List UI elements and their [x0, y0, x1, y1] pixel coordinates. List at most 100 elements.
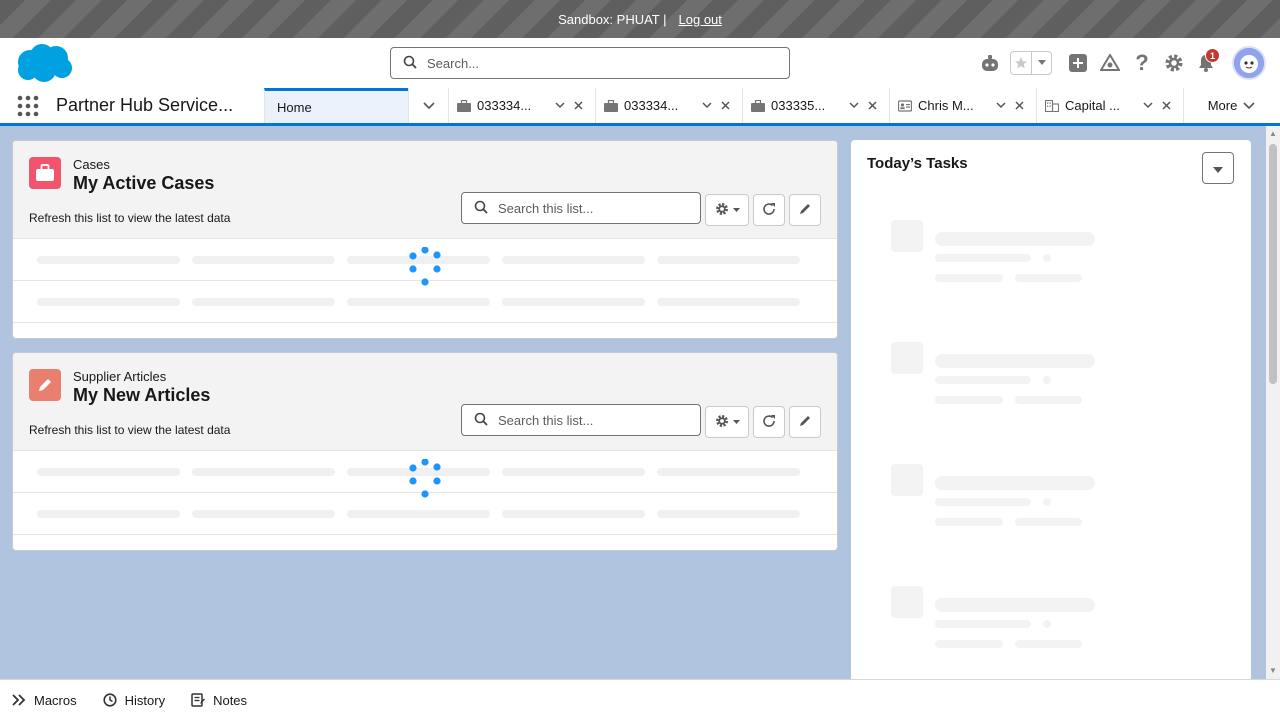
chevron-down-icon[interactable] — [845, 102, 863, 109]
favorite-star-icon[interactable] — [1011, 52, 1031, 74]
close-tab-icon[interactable] — [1157, 101, 1175, 110]
close-tab-icon[interactable] — [569, 101, 587, 110]
caret-down-icon — [732, 208, 740, 212]
pencil-icon — [798, 414, 812, 431]
task-skeleton — [891, 586, 1111, 656]
pencil-icon — [798, 202, 812, 219]
notes-icon — [191, 693, 206, 707]
app-launcher-icon[interactable] — [0, 88, 56, 123]
tab-home-label: Home — [277, 99, 312, 115]
skeleton-row — [13, 239, 837, 286]
gear-icon — [715, 202, 729, 219]
task-skeleton — [891, 220, 1111, 290]
global-header: Search... ? 1 — [0, 38, 1280, 88]
scrollbar-thumb[interactable] — [1269, 144, 1277, 384]
more-label: More — [1207, 98, 1238, 113]
clock-icon — [103, 693, 117, 707]
case-icon — [604, 99, 618, 112]
edit-button[interactable] — [789, 194, 821, 226]
list-search-input[interactable]: Search this list... — [461, 192, 701, 224]
skeleton-row — [13, 493, 837, 535]
refresh-button[interactable] — [753, 406, 785, 438]
tab-contact[interactable]: Chris M... — [889, 88, 1036, 123]
notification-count-badge: 1 — [1205, 48, 1220, 63]
list-search-input[interactable]: Search this list... — [461, 404, 701, 436]
tab-home[interactable]: Home — [264, 88, 408, 123]
refresh-button[interactable] — [753, 194, 785, 226]
skeleton-row — [13, 281, 837, 323]
chevron-down-icon[interactable] — [698, 102, 716, 109]
history-label: History — [124, 692, 166, 708]
list-settings-button[interactable] — [705, 194, 749, 226]
chevron-down-icon — [1243, 101, 1255, 110]
tab-case-1[interactable]: 033334... — [448, 88, 595, 123]
tab-case-2[interactable]: 033334... — [595, 88, 742, 123]
list-search-placeholder: Search this list... — [498, 412, 594, 428]
close-tab-icon[interactable] — [863, 101, 881, 110]
refresh-note: Refresh this list to view the latest dat… — [29, 211, 231, 225]
global-search-placeholder: Search... — [427, 55, 480, 71]
scroll-up-arrow-icon[interactable]: ▲ — [1269, 130, 1277, 138]
utility-bar: Macros History Notes — [0, 679, 1280, 720]
sandbox-banner: Sandbox: PHUAT | Log out — [0, 0, 1280, 38]
article-object-icon — [29, 369, 61, 401]
global-add-icon[interactable] — [1062, 47, 1094, 79]
utility-history[interactable]: History — [103, 693, 165, 708]
notes-label: Notes — [213, 692, 248, 708]
salesforce-logo[interactable] — [14, 42, 74, 84]
list-title[interactable]: My Active Cases — [73, 173, 214, 194]
chevron-down-icon[interactable] — [551, 102, 569, 109]
favorites-group — [1010, 51, 1052, 75]
trailhead-icon[interactable] — [1094, 47, 1126, 79]
refresh-icon — [762, 202, 776, 219]
close-tab-icon[interactable] — [716, 101, 734, 110]
list-settings-button[interactable] — [705, 406, 749, 438]
todays-tasks-card: Today’s Tasks — [851, 140, 1251, 685]
tab-account[interactable]: Capital ... — [1036, 88, 1183, 123]
close-tab-icon[interactable] — [1010, 101, 1028, 110]
macros-icon — [12, 694, 26, 706]
refresh-icon — [762, 414, 776, 431]
list-title[interactable]: My New Articles — [73, 385, 210, 406]
user-avatar[interactable] — [1232, 46, 1266, 80]
card-header: Supplier Articles My New Articles Refres… — [13, 353, 837, 451]
task-skeleton — [891, 342, 1111, 412]
articles-list-card: Supplier Articles My New Articles Refres… — [12, 352, 838, 551]
nav-menu-dropdown[interactable] — [408, 88, 448, 123]
global-search-input[interactable]: Search... — [390, 47, 790, 79]
page-scrollbar[interactable]: ▲ ▼ — [1266, 126, 1280, 679]
caret-down-icon — [732, 420, 740, 424]
chevron-down-icon[interactable] — [1139, 102, 1157, 109]
tab-case-3[interactable]: 033335... — [742, 88, 889, 123]
utility-macros[interactable]: Macros — [12, 693, 77, 708]
tasks-filter-dropdown[interactable] — [1202, 152, 1234, 184]
navigation-bar: Partner Hub Service... Home 033334... 03… — [0, 88, 1280, 126]
tasks-title: Today’s Tasks — [867, 155, 968, 172]
skeleton-row — [13, 451, 837, 498]
refresh-note: Refresh this list to view the latest dat… — [29, 423, 231, 437]
contact-icon — [898, 99, 912, 112]
favorites-dropdown-icon[interactable] — [1031, 52, 1051, 74]
task-skeleton — [891, 464, 1111, 534]
case-object-icon — [29, 157, 61, 189]
cases-list-card: Cases My Active Cases Refresh this list … — [12, 140, 838, 339]
scroll-down-arrow-icon[interactable]: ▼ — [1269, 667, 1277, 675]
case-icon — [751, 99, 765, 112]
object-type-label: Cases — [73, 157, 110, 172]
sandbox-label: Sandbox: PHUAT | — [558, 11, 667, 27]
einstein-assistant-icon[interactable] — [974, 47, 1006, 79]
tab-label: 033334... — [477, 98, 532, 113]
gear-icon — [715, 414, 729, 431]
edit-button[interactable] — [789, 406, 821, 438]
object-type-label: Supplier Articles — [73, 369, 167, 384]
notifications-bell-icon[interactable]: 1 — [1190, 47, 1222, 79]
macros-label: Macros — [34, 692, 77, 708]
logout-link[interactable]: Log out — [679, 12, 722, 27]
main-content: Cases My Active Cases Refresh this list … — [0, 126, 1280, 685]
utility-notes[interactable]: Notes — [191, 693, 247, 708]
tab-label: 033334... — [624, 98, 679, 113]
help-icon[interactable]: ? — [1126, 47, 1158, 79]
setup-gear-icon[interactable] — [1158, 47, 1190, 79]
more-tabs-button[interactable]: More — [1183, 88, 1279, 123]
chevron-down-icon[interactable] — [992, 102, 1010, 109]
